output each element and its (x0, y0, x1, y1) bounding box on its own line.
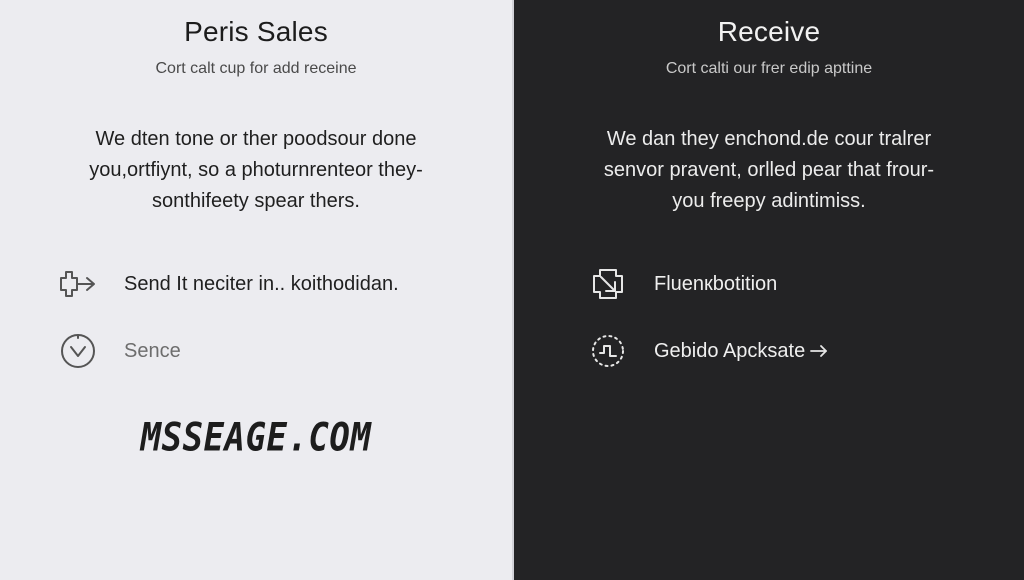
send-option-label: Send It neciter in.. koithodidan. (124, 273, 399, 295)
send-panel: Peris Sales Cort calt cup for add recein… (0, 0, 512, 580)
receive-description-line: senvor pravent, orlled pear that frour- (603, 159, 935, 181)
receive-option-label: Fluenкbotition (654, 273, 778, 295)
clock-check-icon (56, 329, 100, 373)
send-panel-subtitle: Cort calt cup for add receine (155, 60, 357, 77)
brand-watermark: MSSEAGE.COM (140, 415, 372, 461)
send-arrow-icon (56, 262, 100, 306)
arrow-right-icon (809, 343, 829, 359)
send-description-line: We dten tone or ther poodsour done (95, 128, 417, 150)
gebido-option-label: Gebido Apcksate (654, 340, 806, 362)
inbox-receive-icon (586, 262, 630, 306)
receive-panel-description: We dan they enchond.de cour tralrer senv… (554, 124, 984, 217)
send-panel-title: Peris Sales (184, 16, 328, 47)
sence-option-row[interactable]: Sence (56, 329, 181, 373)
receive-panel-subtitle: Cort calti our frer edip apttine (665, 60, 873, 77)
split-comparison-page: Peris Sales Cort calt cup for add recein… (0, 0, 1024, 580)
receive-panel-title: Receive (717, 16, 821, 47)
receive-description-line: you freepy adintimiss. (672, 190, 866, 212)
sence-option-label: Sence (124, 340, 181, 362)
send-description-line: sonthifeety spear thers. (152, 190, 360, 212)
send-panel-description: We dten tone or ther poodsour done you,o… (40, 124, 472, 217)
gebido-option-row[interactable]: Gebido Apcksate (586, 329, 829, 373)
send-description-line: you,ortfiynt, so a photurnrenteor they- (89, 159, 423, 181)
receive-panel: Receive Cort calti our frer edip apttine… (514, 0, 1024, 580)
receive-description-line: We dan they enchond.de cour tralrer (606, 128, 932, 150)
send-option-row[interactable]: Send It neciter in.. koithodidan. (56, 262, 399, 306)
dotted-cycle-icon (586, 329, 630, 373)
receive-option-row[interactable]: Fluenкbotition (586, 262, 777, 306)
